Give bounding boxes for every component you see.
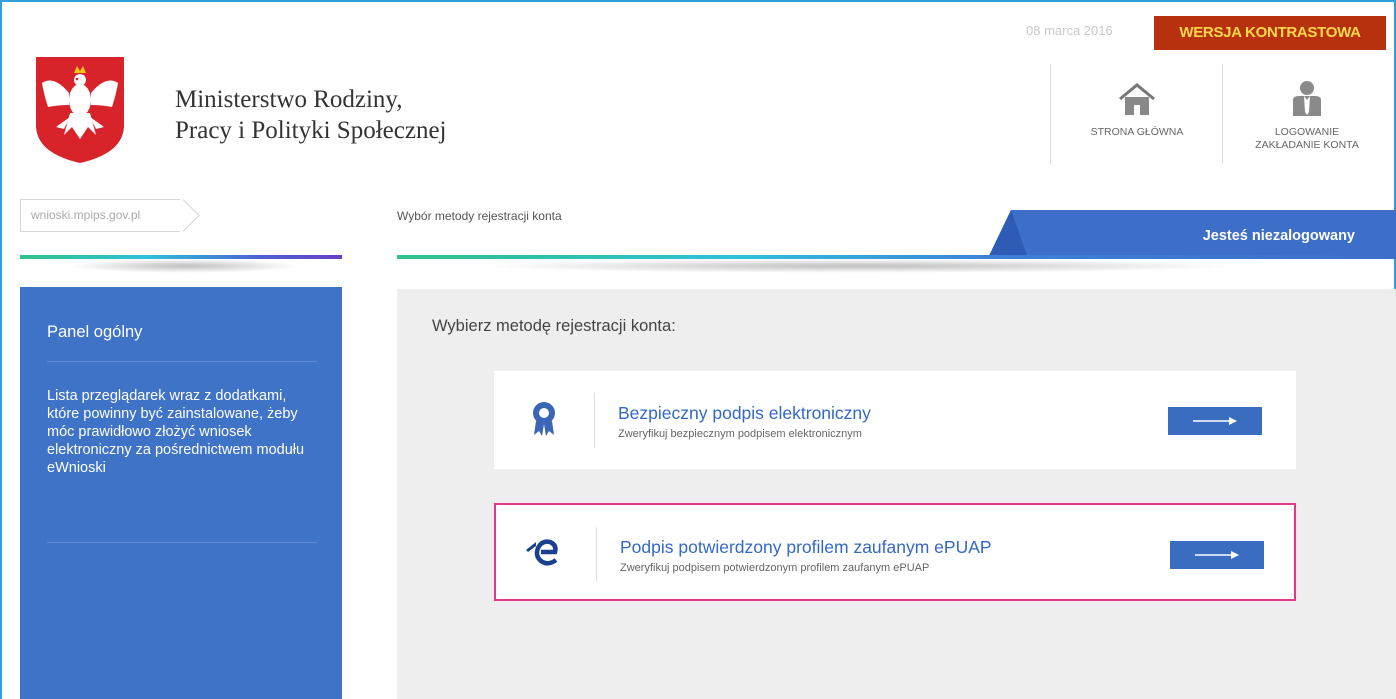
ministry-name-line1: Ministerstwo Rodziny, bbox=[175, 86, 403, 113]
method-proceed-button[interactable] bbox=[1168, 407, 1262, 435]
ministry-name: Ministerstwo Rodziny, Pracy i Polityki S… bbox=[175, 84, 446, 146]
method-subtitle: Zweryfikuj bezpiecznym podpisem elektron… bbox=[618, 428, 862, 440]
method-title[interactable]: Podpis potwierdzony profilem zaufanym eP… bbox=[620, 537, 992, 558]
method-divider bbox=[596, 527, 597, 582]
method-card-qualified-signature[interactable]: Bezpieczny podpis elektroniczny Zweryfik… bbox=[494, 371, 1296, 469]
method-divider bbox=[594, 393, 595, 448]
user-icon bbox=[1293, 81, 1321, 116]
header-divider bbox=[1222, 64, 1223, 164]
certificate-icon bbox=[533, 402, 555, 436]
sidebar-divider bbox=[47, 542, 317, 543]
nav-login-link[interactable]: LOGOWANIE ZAKŁADANIE KONTA bbox=[1236, 80, 1378, 152]
arrow-right-icon bbox=[1195, 551, 1239, 559]
sidebar-shadow bbox=[70, 259, 300, 273]
ministry-name-line2: Pracy i Polityki Społecznej bbox=[175, 117, 447, 144]
sidebar-panel: Panel ogólny Lista przeglądarek wraz z d… bbox=[20, 287, 342, 699]
header-divider bbox=[1050, 64, 1051, 164]
contrast-version-button[interactable]: WERSJA KONTRASTOWA bbox=[1154, 16, 1386, 50]
sidebar-title[interactable]: Panel ogólny bbox=[47, 323, 142, 342]
main-content: Wybierz metodę rejestracji konta: Bezpie… bbox=[397, 289, 1396, 699]
arrow-right-icon bbox=[1193, 417, 1237, 425]
sidebar-divider bbox=[47, 361, 317, 362]
login-status-label: Jesteś niezalogowany bbox=[1202, 228, 1355, 244]
nav-login-label-line2: ZAKŁADANIE KONTA bbox=[1255, 139, 1359, 151]
method-title[interactable]: Bezpieczny podpis elektroniczny bbox=[618, 403, 871, 424]
domain-breadcrumb[interactable]: wnioski.mpips.gov.pl bbox=[20, 199, 180, 232]
main-heading: Wybierz metodę rejestracji konta: bbox=[432, 317, 676, 335]
content-shadow bbox=[480, 259, 1240, 273]
current-date: 08 marca 2016 bbox=[1026, 23, 1113, 38]
nav-home-label: STRONA GŁÓWNA bbox=[1090, 126, 1184, 138]
method-subtitle: Zweryfikuj podpisem potwierdzonym profil… bbox=[620, 562, 930, 574]
breadcrumb-current: Wybór metody rejestracji konta bbox=[397, 209, 562, 223]
home-icon bbox=[1119, 83, 1155, 115]
method-proceed-button[interactable] bbox=[1170, 541, 1264, 569]
epuap-icon bbox=[526, 539, 558, 566]
coat-of-arms-logo bbox=[36, 57, 124, 163]
sidebar-description[interactable]: Lista przeglądarek wraz z dodatkami, któ… bbox=[47, 387, 322, 477]
method-card-epuap[interactable]: Podpis potwierdzony profilem zaufanym eP… bbox=[494, 503, 1296, 601]
nav-login-label-line1: LOGOWANIE bbox=[1274, 126, 1340, 138]
nav-home-link[interactable]: STRONA GŁÓWNA bbox=[1064, 82, 1210, 139]
